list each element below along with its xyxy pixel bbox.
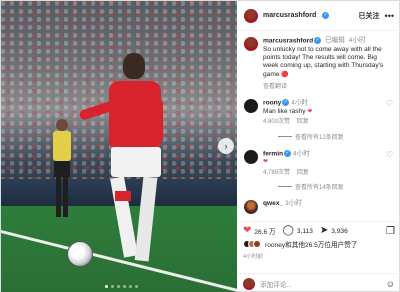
reply-link[interactable]: 回复 (297, 170, 309, 176)
avatar[interactable] (244, 37, 258, 51)
comment-icon[interactable]: ◯ (283, 225, 294, 237)
chevron-right-icon[interactable]: › (218, 138, 234, 154)
comment-age: 4小时 (291, 99, 309, 107)
shares-count: 3,936 (331, 227, 348, 235)
reply-link[interactable]: 回复 (297, 119, 309, 125)
heart-icon[interactable]: ❤ (243, 225, 251, 237)
post-viewer: › marcusrashford ✓ 已关注 ••• marcusrashfor… (0, 0, 400, 292)
comment-meta: 4,803次赞 回复 (263, 118, 381, 126)
caption-username[interactable]: marcusrashford (263, 37, 313, 44)
comment-input[interactable]: 添加评论... (260, 279, 381, 289)
slide-dot (129, 285, 132, 288)
slide-dot (117, 285, 120, 288)
heart-emoji: ❤ (263, 159, 269, 166)
liked-by[interactable]: rooney和其他26.5万位用户赞了 (238, 237, 400, 249)
slide-dot (123, 285, 126, 288)
post-timestamp: 4小时前 (243, 254, 263, 260)
avatar[interactable] (244, 99, 258, 114)
avatar (253, 240, 261, 248)
slide-indicator (105, 285, 138, 288)
more-options-icon[interactable]: ••• (385, 11, 394, 21)
caption: marcusrashford ✓ 已编辑 4小时 So unlucky not t… (244, 37, 394, 90)
liked-by-text: rooney和其他26.5万位用户赞了 (265, 242, 358, 249)
post-header: marcusrashford ✓ 已关注 ••• (238, 1, 400, 31)
bookmark-icon[interactable]: ❐ (386, 226, 395, 237)
post-photo[interactable]: › (1, 1, 237, 292)
caption-edited: 已编辑 (325, 37, 345, 45)
view-replies-label: 查看所有14条回复 (295, 185, 344, 192)
comment-age: 4小时 (293, 150, 310, 157)
comment-meta: 4,789次赞 回复 (263, 169, 381, 177)
comment-item: roony ✓ 4小时 Man like rashy ❤ 4,803次赞 回复 ♡ (244, 99, 394, 126)
avatar[interactable] (244, 8, 258, 23)
slide-dot (111, 285, 114, 288)
comment-item: qwex_ 3小时 (244, 200, 394, 215)
comment-item: fermin ✓ 4小时 ❤ 4,789次赞 回复 ♡ (244, 149, 394, 177)
view-replies[interactable]: 查看所有14条回复 (278, 182, 394, 191)
caption-text: marcusrashford ✓ 已编辑 4小时 So unlucky not t… (263, 37, 394, 79)
football (67, 241, 93, 267)
translate-link[interactable]: 查看翻译 (263, 81, 394, 90)
share-icon[interactable]: ➤ (320, 225, 328, 237)
verified-badge-icon: ✓ (314, 37, 322, 44)
comment-username[interactable]: qwex_ (263, 200, 283, 207)
verified-badge-icon: ✓ (284, 149, 292, 157)
author-username[interactable]: marcusrashford (263, 12, 316, 19)
action-row: ❤ 26.6 万 ◯ 3,113 ➤ 3,936 ❐ (238, 222, 400, 237)
comment-likes[interactable]: 4,803次赞 (263, 119, 290, 125)
view-replies[interactable]: 查看所有12条回复 (278, 132, 394, 141)
slide-dot (105, 285, 108, 288)
follow-button[interactable]: 已关注 (359, 11, 380, 21)
comment-username[interactable]: roony (263, 100, 281, 107)
comment-username[interactable]: fermin (263, 150, 283, 157)
post-actions: ❤ 26.6 万 ◯ 3,113 ➤ 3,936 ❐ rooney和其他26.5… (238, 221, 400, 292)
emoji-icon[interactable]: ☺ (386, 279, 395, 289)
avatar[interactable] (244, 149, 258, 164)
comments-count: 3,113 (296, 227, 313, 235)
avatar[interactable] (244, 200, 258, 215)
avatar (243, 277, 255, 290)
referee-figure (49, 113, 75, 221)
caption-age: 4小时 (348, 37, 366, 45)
view-replies-label: 查看所有12条回复 (295, 134, 344, 141)
likes-count[interactable]: 26.6 万 (254, 226, 275, 236)
verified-badge-icon: ✓ (282, 99, 290, 107)
post-side-panel: marcusrashford ✓ 已关注 ••• marcusrashford ✓… (238, 1, 400, 292)
comments-list[interactable]: marcusrashford ✓ 已编辑 4小时 So unlucky not t… (238, 32, 400, 221)
red-circle-emoji: 🔴 (281, 71, 289, 78)
heart-icon[interactable]: ♡ (386, 99, 394, 126)
heart-emoji: ❤ (307, 108, 313, 115)
player-figure (78, 53, 183, 273)
slide-dot (135, 285, 138, 288)
add-comment-bar: 添加评论... ☺ (238, 273, 400, 292)
verified-badge-icon: ✓ (322, 12, 330, 19)
heart-icon[interactable]: ♡ (386, 150, 394, 177)
comment-text: Man like rashy (263, 107, 306, 115)
comment-age: 3小时 (285, 200, 302, 208)
liker-avatars (243, 240, 261, 248)
comment-likes[interactable]: 4,789次赞 (263, 170, 290, 176)
